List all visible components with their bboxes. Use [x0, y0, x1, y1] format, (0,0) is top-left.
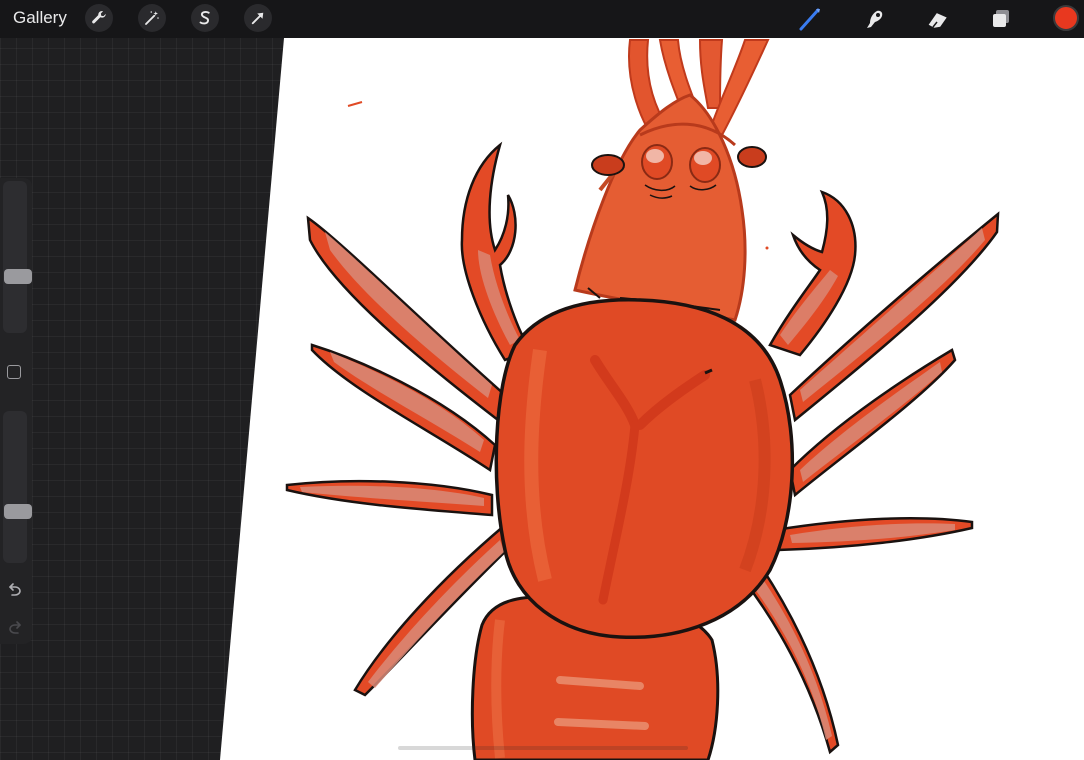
redo-icon[interactable] — [6, 618, 24, 636]
modify-button[interactable] — [7, 365, 21, 379]
brush-size-thumb[interactable] — [4, 269, 32, 284]
home-indicator[interactable] — [398, 746, 688, 750]
magic-wand-icon — [145, 11, 159, 25]
lobster-body — [494, 298, 795, 640]
transform-button[interactable] — [244, 4, 272, 32]
selection-button[interactable] — [191, 4, 219, 32]
undo-icon[interactable] — [6, 580, 24, 598]
opacity-thumb[interactable] — [4, 504, 32, 519]
eraser-button[interactable] — [922, 3, 954, 35]
arrow-cursor-icon — [251, 12, 264, 25]
drawing-canvas[interactable] — [0, 0, 1084, 760]
smudge-button[interactable] — [858, 3, 890, 35]
eraser-icon — [928, 13, 947, 28]
actions-button[interactable] — [85, 4, 113, 32]
brush-button[interactable] — [794, 3, 826, 35]
color-picker-button[interactable] — [1053, 5, 1079, 31]
adjustments-button[interactable] — [138, 4, 166, 32]
left-sidebar — [0, 178, 32, 644]
layers-icon — [993, 10, 1009, 27]
canvas-artwork[interactable] — [0, 0, 1084, 760]
gallery-button[interactable]: Gallery — [13, 8, 67, 28]
brush-size-slider[interactable] — [3, 181, 32, 333]
brush-icon — [799, 8, 820, 31]
top-toolbar: Gallery — [0, 0, 1084, 38]
wrench-icon — [92, 11, 106, 24]
smudge-finger-icon — [867, 10, 883, 28]
layers-button[interactable] — [985, 3, 1017, 35]
opacity-slider[interactable] — [3, 411, 32, 563]
selection-s-icon — [199, 11, 210, 25]
